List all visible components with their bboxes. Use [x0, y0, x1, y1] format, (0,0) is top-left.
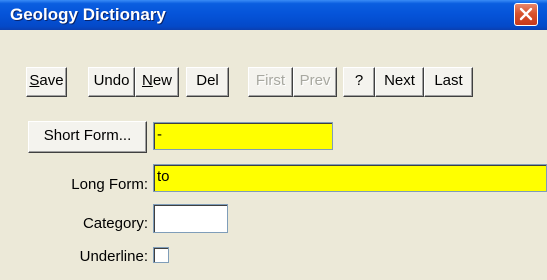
underline-checkbox[interactable] — [153, 247, 169, 263]
delete-button[interactable]: Del — [186, 67, 229, 97]
undo-button[interactable]: Undo — [88, 67, 135, 97]
category-field[interactable] — [153, 204, 228, 233]
save-button[interactable]: Save — [26, 67, 67, 97]
long-form-label: Long Form: — [71, 176, 148, 193]
title-bar: Geology Dictionary — [0, 0, 547, 30]
short-form-button[interactable]: Short Form... — [28, 121, 147, 153]
prev-button[interactable]: Prev — [293, 67, 337, 97]
first-button[interactable]: First — [248, 67, 293, 97]
next-button[interactable]: Next — [375, 67, 424, 97]
new-button[interactable]: New — [135, 67, 179, 97]
category-label: Category: — [82, 215, 148, 232]
close-icon — [519, 7, 533, 21]
last-button[interactable]: Last — [424, 67, 473, 97]
underline-label: Underline: — [79, 248, 148, 265]
window-title: Geology Dictionary — [10, 5, 166, 24]
long-form-field[interactable]: to — [153, 164, 547, 192]
short-form-field[interactable]: - — [153, 122, 333, 150]
close-button[interactable] — [514, 3, 538, 26]
help-button[interactable]: ? — [343, 67, 375, 97]
